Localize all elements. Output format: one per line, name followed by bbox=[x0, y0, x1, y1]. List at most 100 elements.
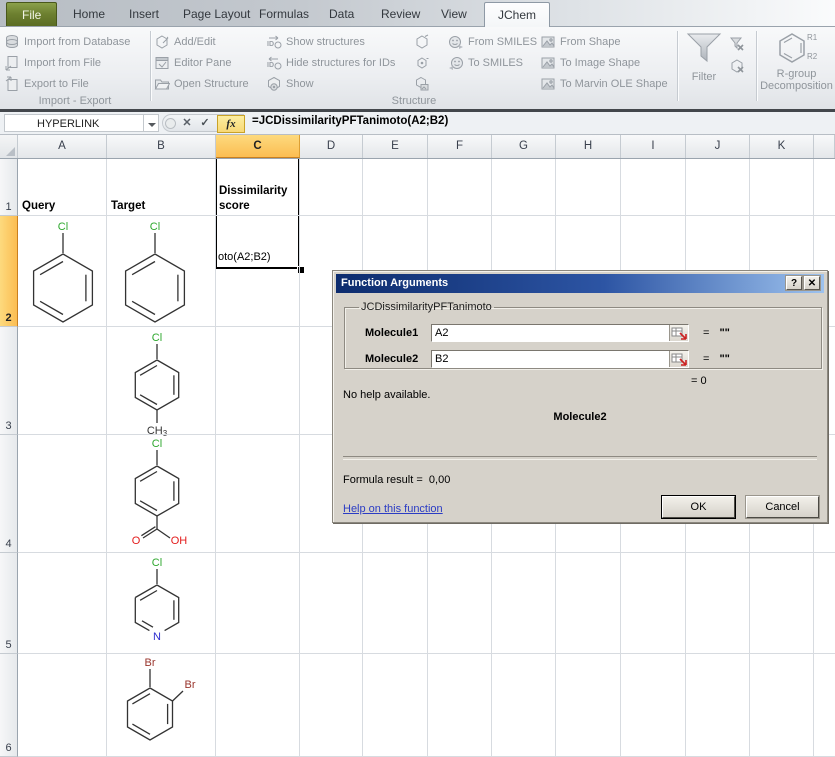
group-label-import-export: Import - Export bbox=[2, 95, 148, 107]
to-smiles-button[interactable]: To SMILES bbox=[448, 52, 537, 73]
tab-jchem[interactable]: JChem bbox=[484, 2, 550, 27]
add-edit-button[interactable]: Add/Edit bbox=[154, 31, 249, 52]
column-header-H[interactable]: H bbox=[556, 135, 621, 158]
help-on-function-link[interactable]: Help on this function bbox=[343, 503, 443, 515]
column-header-J[interactable]: J bbox=[686, 135, 750, 158]
open-structure-button[interactable]: Open Structure bbox=[154, 73, 249, 94]
reapply-filter-button[interactable] bbox=[729, 55, 745, 76]
clear-filter-button[interactable] bbox=[729, 33, 745, 54]
atom-label-cl: Cl bbox=[152, 557, 162, 569]
hide-structures-label: Hide structures for IDs bbox=[286, 57, 395, 69]
tab-file[interactable]: File bbox=[6, 2, 57, 27]
from-shape-button[interactable]: From Shape bbox=[540, 31, 668, 52]
enter-entry-button[interactable]: ✓ bbox=[197, 116, 213, 130]
hexagon-image-icon bbox=[414, 76, 430, 92]
select-all-button[interactable] bbox=[0, 135, 18, 158]
open-folder-icon bbox=[154, 76, 170, 92]
ribbon-tab-strip: File Home Insert Page Layout Formulas Da… bbox=[0, 0, 835, 26]
picture-shape-icon bbox=[540, 55, 556, 71]
structure-tool-1-button[interactable] bbox=[414, 31, 430, 52]
insert-function-button[interactable]: fx bbox=[217, 115, 245, 133]
row-header-4[interactable]: 4 bbox=[0, 435, 18, 553]
structure-tool-2-button[interactable] bbox=[414, 52, 430, 73]
cancel-entry-button[interactable]: ✕ bbox=[179, 116, 195, 130]
editor-pane-icon bbox=[154, 55, 170, 71]
tab-formulas[interactable]: Formulas bbox=[246, 3, 322, 26]
molecule-dibromobenzene-b6: Br Br bbox=[112, 654, 202, 757]
reapply-filter-icon bbox=[729, 58, 745, 74]
show-structures-button[interactable]: ID Show structures bbox=[266, 31, 395, 52]
column-header-I[interactable]: I bbox=[621, 135, 686, 158]
filter-label: Filter bbox=[692, 71, 716, 83]
row-header-6[interactable]: 6 bbox=[0, 654, 18, 757]
import-from-database-label: Import from Database bbox=[24, 36, 130, 48]
column-header-G[interactable]: G bbox=[492, 135, 556, 158]
function-group-box: JCDissimilarityPFTanimoto Molecule1 = ""… bbox=[344, 301, 822, 369]
ribbon-group-import-export: Import from Database Import from File Ex… bbox=[2, 27, 148, 109]
column-header-C[interactable]: C bbox=[216, 135, 300, 158]
formula-input[interactable]: =JCDissimilarityPFTanimoto(A2;B2) bbox=[252, 115, 448, 127]
from-smiles-button[interactable]: From SMILES bbox=[448, 31, 537, 52]
column-header-E[interactable]: E bbox=[363, 135, 428, 158]
ok-button[interactable]: OK bbox=[662, 496, 735, 518]
molecule-chloropyridine-b5: Cl N bbox=[122, 555, 192, 649]
filter-button[interactable]: Filter bbox=[681, 31, 727, 83]
dialog-close-button[interactable]: ✕ bbox=[804, 276, 820, 290]
open-structure-label: Open Structure bbox=[174, 78, 249, 90]
cell-a1[interactable]: Query bbox=[22, 159, 55, 214]
editor-pane-button[interactable]: Editor Pane bbox=[154, 52, 249, 73]
row-header-5[interactable]: 5 bbox=[0, 553, 18, 654]
range-selector-icon[interactable] bbox=[669, 325, 688, 341]
import-from-file-button[interactable]: Import from File bbox=[4, 52, 130, 73]
atom-label-o: O bbox=[132, 535, 141, 547]
column-header-B[interactable]: B bbox=[107, 135, 216, 158]
name-box[interactable]: HYPERLINK bbox=[4, 114, 144, 132]
picture-shape-icon bbox=[540, 34, 556, 50]
atom-label-br: Br bbox=[145, 657, 156, 669]
to-smiles-label: To SMILES bbox=[468, 57, 523, 69]
range-selector-icon[interactable] bbox=[669, 351, 688, 367]
to-marvin-ole-shape-button[interactable]: To Marvin OLE Shape bbox=[540, 73, 668, 94]
row-header-3[interactable]: 3 bbox=[0, 327, 18, 435]
atom-label-cl: Cl bbox=[150, 221, 160, 233]
tab-data[interactable]: Data bbox=[316, 3, 367, 26]
column-header-F[interactable]: F bbox=[428, 135, 492, 158]
molecule1-input[interactable] bbox=[432, 325, 669, 341]
row-header-2[interactable]: 2 bbox=[0, 216, 18, 327]
dialog-title-bar[interactable]: Function Arguments ? ✕ bbox=[336, 274, 824, 293]
tab-review[interactable]: Review bbox=[368, 3, 433, 26]
tab-home[interactable]: Home bbox=[60, 3, 118, 26]
function-name-label: JCDissimilarityPFTanimoto bbox=[359, 301, 494, 313]
show-structures-icon: ID bbox=[266, 34, 282, 50]
collapse-circle-icon bbox=[165, 118, 176, 129]
molecule2-input[interactable] bbox=[432, 351, 669, 367]
column-header-partial[interactable] bbox=[814, 135, 835, 158]
cancel-button[interactable]: Cancel bbox=[746, 496, 819, 518]
name-box-dropdown[interactable] bbox=[144, 114, 159, 132]
from-smiles-label: From SMILES bbox=[468, 36, 537, 48]
molecule2-label: Molecule2 bbox=[365, 353, 431, 365]
show-icon bbox=[266, 76, 282, 92]
import-from-database-button[interactable]: Import from Database bbox=[4, 31, 130, 52]
column-header-K[interactable]: K bbox=[750, 135, 814, 158]
column-header-D[interactable]: D bbox=[300, 135, 363, 158]
export-to-file-button[interactable]: Export to File bbox=[4, 73, 130, 94]
cell-b1[interactable]: Target bbox=[111, 159, 145, 214]
rgroup-decomposition-button[interactable]: R1R2 R-group Decomposition bbox=[758, 29, 835, 92]
atom-label-cl: Cl bbox=[152, 438, 162, 450]
hide-structures-button[interactable]: ID Hide structures for IDs bbox=[266, 52, 395, 73]
tab-insert[interactable]: Insert bbox=[116, 3, 172, 26]
to-image-shape-button[interactable]: To Image Shape bbox=[540, 52, 668, 73]
molecule-chlorobenzoic-acid-b4: Cl O OH bbox=[117, 436, 197, 552]
dialog-help-button[interactable]: ? bbox=[786, 276, 802, 290]
atom-label-n: N bbox=[153, 631, 161, 643]
tab-view[interactable]: View bbox=[428, 3, 480, 26]
show-button[interactable]: Show bbox=[266, 73, 395, 94]
hide-structures-icon: ID bbox=[266, 55, 282, 71]
column-header-A[interactable]: A bbox=[18, 135, 107, 158]
molecule1-label: Molecule1 bbox=[365, 327, 431, 339]
structure-tool-3-button[interactable] bbox=[414, 73, 430, 94]
gridline bbox=[18, 215, 835, 216]
row-header-1[interactable]: 1 bbox=[0, 159, 18, 216]
add-edit-label: Add/Edit bbox=[174, 36, 216, 48]
